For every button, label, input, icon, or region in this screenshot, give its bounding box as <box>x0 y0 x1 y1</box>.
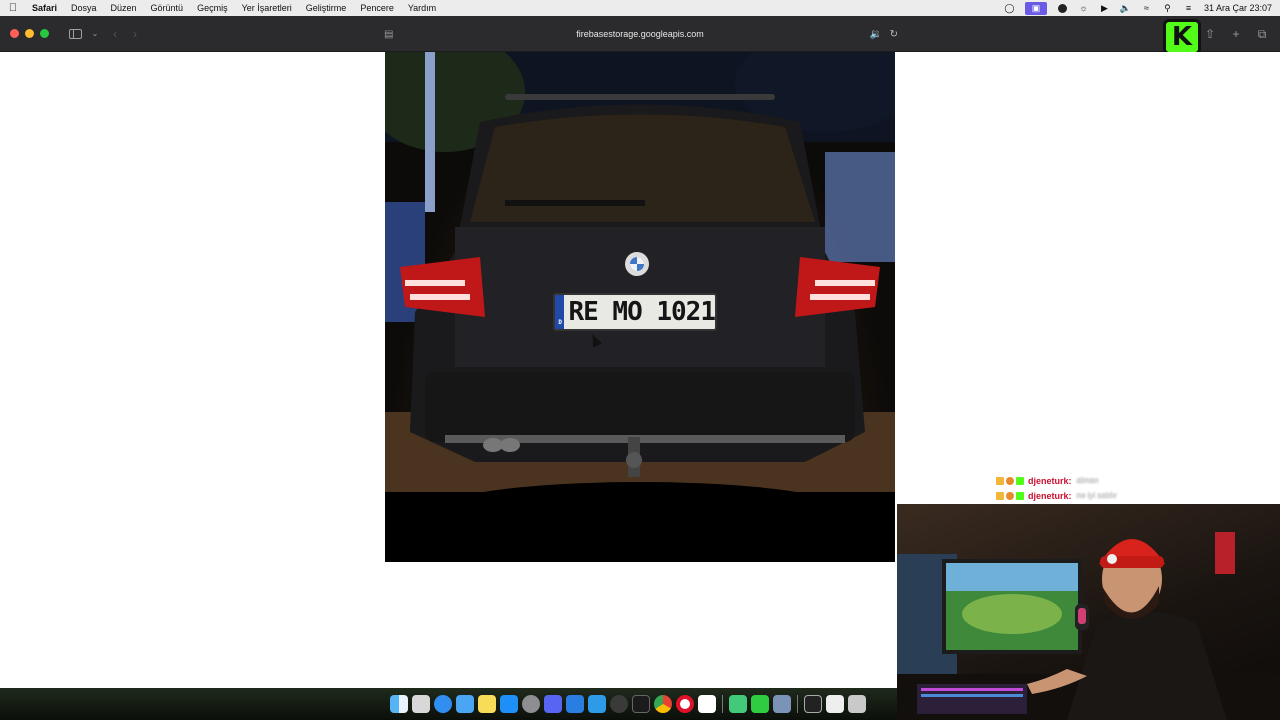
files-icon[interactable] <box>729 695 747 713</box>
gift-badge-icon <box>1006 476 1014 485</box>
terminal-icon[interactable] <box>632 695 650 713</box>
gift-badge-icon <box>1006 491 1014 500</box>
messages-icon[interactable] <box>751 695 769 713</box>
forward-button[interactable]: › <box>125 24 145 44</box>
menu-pencere[interactable]: Pencere <box>360 3 394 13</box>
window-controls <box>10 29 49 38</box>
car-rear-photo: D RE MO 1021 <box>385 52 895 562</box>
opera-icon[interactable] <box>676 695 694 713</box>
menu-clock[interactable]: 31 Ara Çar 23:07 <box>1204 3 1272 13</box>
status-area: ◯ ▣ ☼ ▶ 🔈 ≈ ⚲ ≡ 31 Ara Çar 23:07 <box>1004 1 1272 15</box>
chat-text: ne iyi satılır <box>1076 491 1117 500</box>
chat-message: djeneturk: ne iyi satılır <box>996 488 1196 503</box>
dock <box>386 690 896 718</box>
mail-alt-icon[interactable] <box>588 695 606 713</box>
verified-badge-icon <box>1016 476 1024 485</box>
safari-icon[interactable] <box>434 695 452 713</box>
chat-text: alman <box>1076 476 1099 485</box>
audio-playing-icon[interactable]: 🔉 <box>870 29 882 40</box>
share-button[interactable]: ⇧ <box>1200 24 1220 44</box>
sub-badge-icon <box>996 476 1004 485</box>
address-bar[interactable]: ▤ firebasestorage.googleapis.com 🔉 ↻ <box>380 24 900 44</box>
mail-icon[interactable] <box>456 695 474 713</box>
discord-icon[interactable] <box>544 695 562 713</box>
chat-username: djeneturk: <box>1028 475 1072 486</box>
chat-username: djeneturk: <box>1028 490 1072 501</box>
chrome-icon[interactable] <box>654 695 672 713</box>
creative-cloud-icon[interactable]: ☼ <box>1078 3 1089 14</box>
menu-yardim[interactable]: Yardım <box>408 3 436 13</box>
notes-icon[interactable] <box>478 695 496 713</box>
volume-icon[interactable]: 🔈 <box>1120 3 1131 14</box>
app-store-alt-icon[interactable] <box>698 695 716 713</box>
tab-overview-button[interactable]: ⧉ <box>1252 24 1272 44</box>
kick-logo-icon: K <box>1163 19 1201 55</box>
window-alt-icon[interactable] <box>826 695 844 713</box>
chat-message: djeneturk: alman <box>996 473 1196 488</box>
play-icon[interactable]: ▶ <box>1099 3 1110 14</box>
record-icon[interactable] <box>1057 3 1068 14</box>
menu-dosya[interactable]: Dosya <box>71 3 97 13</box>
window-icon[interactable] <box>804 695 822 713</box>
search-icon[interactable]: ⚲ <box>1162 3 1173 14</box>
plate-country-code: D <box>555 295 565 329</box>
dock-separator <box>797 695 798 713</box>
sub-badge-icon <box>996 491 1004 500</box>
menu-duzen[interactable]: Düzen <box>111 3 137 13</box>
menu-goruntu[interactable]: Görüntü <box>151 3 184 13</box>
license-plate: D RE MO 1021 <box>553 293 717 331</box>
launchpad-icon[interactable] <box>412 695 430 713</box>
verified-badge-icon <box>1016 491 1024 500</box>
preview-icon[interactable] <box>773 695 791 713</box>
menu-gecmis[interactable]: Geçmiş <box>197 3 228 13</box>
webcam-scene <box>897 532 1280 720</box>
minimize-window-button[interactable] <box>25 29 34 38</box>
page-menu-icon[interactable]: ▤ <box>384 29 393 40</box>
new-tab-button[interactable]: + <box>1226 24 1246 44</box>
close-window-button[interactable] <box>10 29 19 38</box>
screen-share-icon[interactable]: ◯ <box>1004 3 1015 14</box>
menu-app-name[interactable]: Safari <box>32 3 57 13</box>
dock-separator <box>722 695 723 713</box>
trash-icon[interactable] <box>848 695 866 713</box>
stage-manager-icon[interactable]: ▣ <box>1024 1 1047 15</box>
stream-chat: djeneturk: alman djeneturk: ne iyi satıl… <box>996 473 1196 503</box>
xcode-icon[interactable] <box>566 695 584 713</box>
reload-icon[interactable]: ↻ <box>890 29 898 40</box>
menu-gelistirme[interactable]: Geliştirme <box>306 3 347 13</box>
settings-icon[interactable] <box>522 695 540 713</box>
finder-icon[interactable] <box>390 695 408 713</box>
activity-icon[interactable] <box>610 695 628 713</box>
apple-menu-icon[interactable]:  <box>8 2 18 14</box>
app-store-icon[interactable] <box>500 695 518 713</box>
menu-yer-isaretleri[interactable]: Yer İşaretleri <box>242 3 292 13</box>
control-center-icon[interactable]: ≡ <box>1183 3 1194 14</box>
back-button[interactable]: ‹ <box>105 24 125 44</box>
webcam-overlay <box>897 504 1280 720</box>
sidebar-toggle-button[interactable] <box>65 24 85 44</box>
address-bar-url: firebasestorage.googleapis.com <box>576 29 704 39</box>
browser-toolbar: ⌄ ‹ › ▤ firebasestorage.googleapis.com 🔉… <box>0 16 1280 52</box>
menu-bar:  Safari Dosya Düzen Görüntü Geçmiş Yer … <box>0 0 1280 16</box>
wifi-icon[interactable]: ≈ <box>1141 3 1152 14</box>
plate-text: RE MO 1021 <box>568 297 716 327</box>
maximize-window-button[interactable] <box>40 29 49 38</box>
sidebar-icon <box>68 28 82 39</box>
sidebar-menu-chevron-icon[interactable]: ⌄ <box>85 24 105 44</box>
